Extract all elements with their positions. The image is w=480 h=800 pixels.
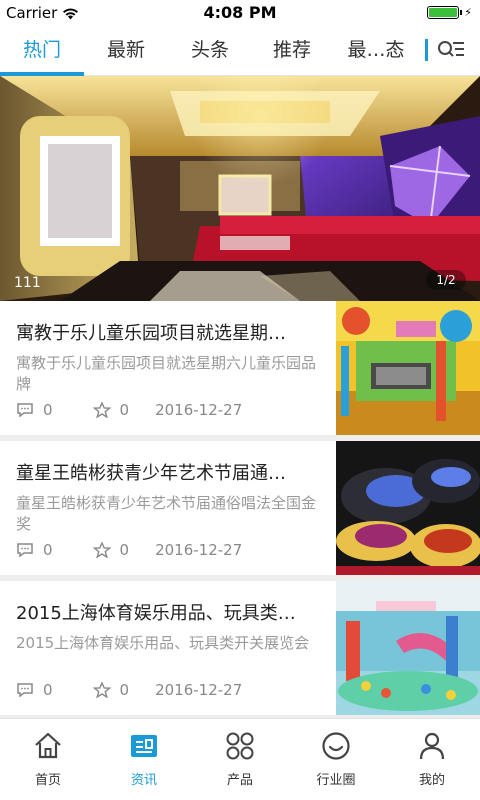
news-summary: 寓教于乐儿童乐园项目就选星期六儿童乐园品牌 bbox=[16, 354, 317, 393]
star-icon bbox=[92, 682, 111, 698]
category-menu-button[interactable] bbox=[434, 35, 470, 65]
nav-profile[interactable]: 我的 bbox=[384, 719, 480, 800]
news-summary: 2015上海体育娱乐用品、玩具类开关展览会 bbox=[16, 634, 310, 652]
battery-fill bbox=[429, 8, 458, 17]
battery-icon: ⚡ bbox=[427, 6, 472, 19]
favorite-count: 0 bbox=[119, 681, 130, 699]
news-date: 2016-12-27 bbox=[155, 541, 243, 559]
bottom-navigation: 首页 资讯 产品 行业圈 我的 bbox=[0, 718, 480, 800]
wifi-icon bbox=[63, 8, 79, 19]
star-icon bbox=[92, 402, 111, 418]
comment-icon bbox=[17, 403, 33, 418]
nav-label: 产品 bbox=[226, 773, 253, 788]
nav-industry-circle[interactable]: 行业圈 bbox=[288, 719, 384, 800]
news-thumbnail bbox=[336, 581, 480, 715]
circle-face-icon bbox=[322, 732, 350, 760]
news-item[interactable]: 寓教于乐儿童乐园项目就选星期… 寓教于乐儿童乐园项目就选星期六儿童乐园品牌 0 … bbox=[0, 301, 480, 435]
banner-image bbox=[0, 76, 480, 301]
favorite-count: 0 bbox=[119, 401, 130, 419]
comment-count: 0 bbox=[43, 681, 53, 699]
news-title: 2015上海体育娱乐用品、玩具类… bbox=[16, 603, 296, 624]
news-title: 寓教于乐儿童乐园项目就选星期… bbox=[16, 323, 286, 344]
carrier-label: Carrier bbox=[6, 4, 58, 22]
tab-recommend[interactable]: 推荐 bbox=[252, 26, 332, 76]
nav-home[interactable]: 首页 bbox=[0, 719, 96, 800]
news-date: 2016-12-27 bbox=[155, 401, 243, 419]
indoor-playground-image bbox=[336, 581, 480, 715]
tab-hot[interactable]: 热门 bbox=[0, 26, 84, 76]
nav-label: 我的 bbox=[418, 773, 445, 788]
home-icon bbox=[35, 732, 61, 759]
news-meta: 0 0 2016-12-27 bbox=[16, 401, 242, 419]
star-icon bbox=[92, 542, 111, 558]
comment-icon bbox=[17, 543, 33, 558]
bumper-cars-image bbox=[336, 441, 480, 575]
grid-icon bbox=[226, 732, 254, 760]
nav-label: 首页 bbox=[34, 773, 61, 788]
nav-label: 资讯 bbox=[130, 773, 157, 788]
tab-latest[interactable]: 最新 bbox=[84, 26, 168, 76]
status-left: Carrier bbox=[6, 4, 79, 22]
tab-separator bbox=[425, 39, 428, 61]
news-date: 2016-12-27 bbox=[155, 681, 243, 699]
charging-icon: ⚡ bbox=[464, 6, 472, 19]
comment-count: 0 bbox=[43, 401, 53, 419]
news-thumbnail bbox=[336, 441, 480, 575]
favorite-count: 0 bbox=[119, 541, 130, 559]
tab-headline[interactable]: 头条 bbox=[168, 26, 252, 76]
news-item[interactable]: 2015上海体育娱乐用品、玩具类… 2015上海体育娱乐用品、玩具类开关展览会 … bbox=[0, 581, 480, 715]
banner-carousel[interactable]: 111 1/2 bbox=[0, 76, 480, 301]
news-meta: 0 0 2016-12-27 bbox=[16, 541, 242, 559]
banner-caption: 111 bbox=[14, 275, 41, 291]
tab-latest-news[interactable]: 最…态 bbox=[334, 26, 418, 76]
person-icon bbox=[419, 732, 445, 760]
news-thumbnail bbox=[336, 301, 480, 435]
banner-pager: 1/2 bbox=[426, 270, 466, 290]
news-title: 童星王皓彬获青少年艺术节届通… bbox=[16, 463, 286, 484]
comment-count: 0 bbox=[43, 541, 53, 559]
search-list-icon bbox=[438, 41, 464, 57]
status-bar: Carrier 4:08 PM ⚡ bbox=[0, 0, 480, 26]
comment-icon bbox=[17, 683, 33, 698]
nav-label: 行业圈 bbox=[316, 773, 356, 788]
news-icon bbox=[131, 735, 157, 757]
playground-image bbox=[336, 301, 480, 435]
nav-products[interactable]: 产品 bbox=[192, 719, 288, 800]
news-summary: 童星王皓彬获青少年艺术节届通俗唱法全国金奖 bbox=[16, 494, 317, 533]
nav-news[interactable]: 资讯 bbox=[96, 719, 192, 800]
news-meta: 0 0 2016-12-27 bbox=[16, 681, 242, 699]
news-item[interactable]: 童星王皓彬获青少年艺术节届通… 童星王皓彬获青少年艺术节届通俗唱法全国金奖 0 … bbox=[0, 441, 480, 575]
